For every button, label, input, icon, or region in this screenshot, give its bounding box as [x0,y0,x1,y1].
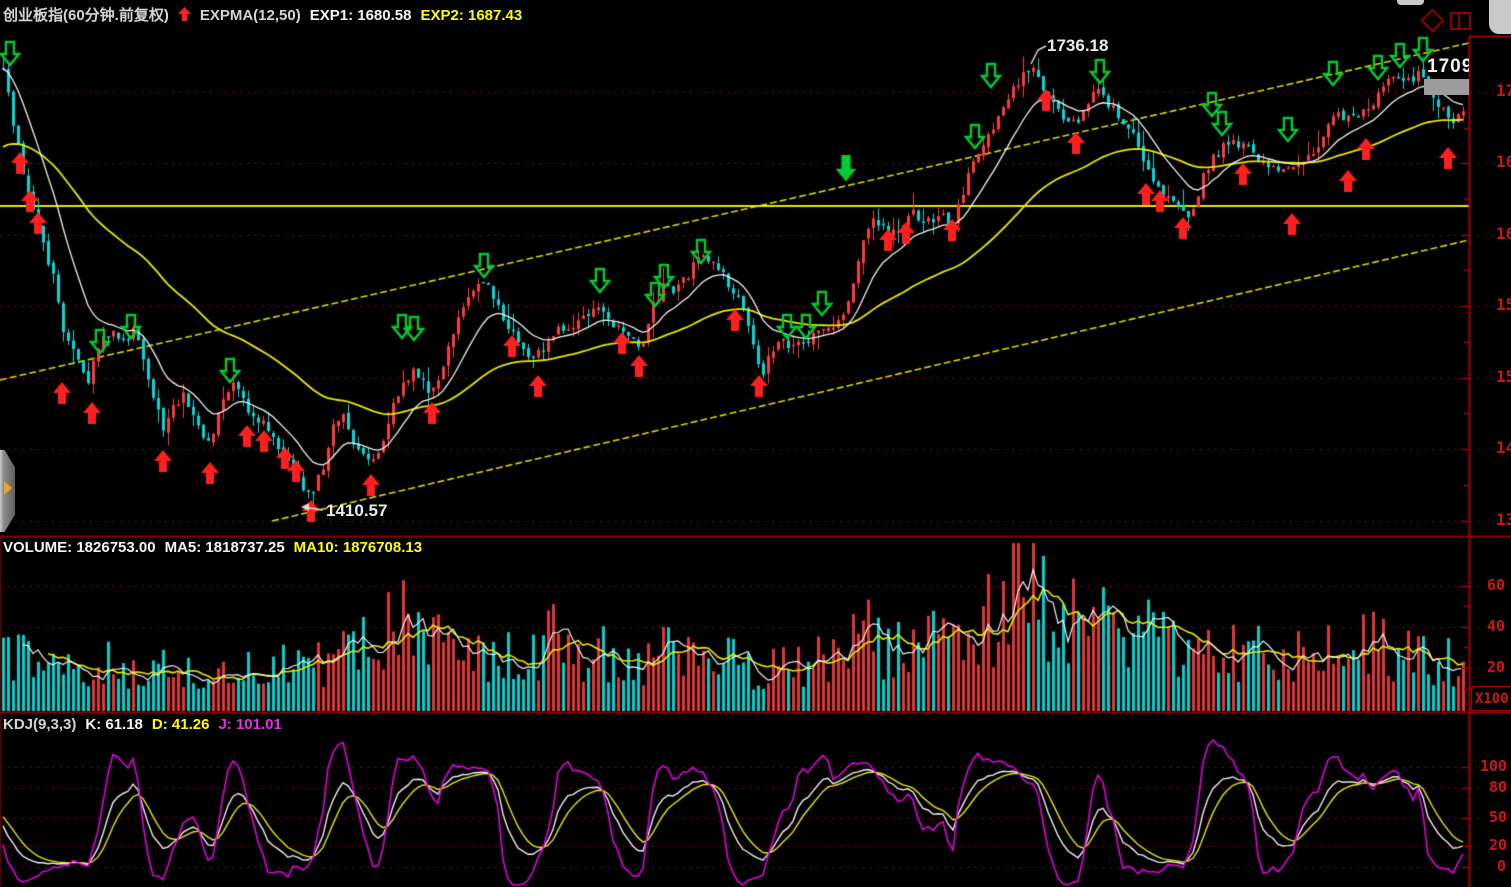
trading-app-window: { "main_chart": { "header": { "title": "… [0,0,1511,887]
kdj-k-value: K: 61.18 [85,717,143,732]
main-axis-label: 1452 [1496,440,1511,456]
last-price-label: 1709 [1427,57,1469,76]
window-fragment-corner [1489,0,1511,34]
volume-axis-label: 40 [1487,619,1505,634]
main-axis-label: 1661 [1496,154,1511,170]
indicator-label: EXPMA(12,50) [200,8,301,23]
kdj-axis-label: 50 [1489,810,1507,825]
main-axis-label: 1504 [1496,369,1511,385]
kdj-indicator-label: KDJ(9,3,3) [3,717,76,732]
low-price-label: 1410.57 [326,502,387,519]
window-fragment-top [1397,0,1424,5]
main-axis-label: 1608 [1496,226,1511,242]
kdj-axis-label: 100 [1480,759,1507,774]
main-axis-label: 1399 [1496,512,1511,528]
split-window-icon[interactable] [1450,12,1471,30]
kdj-axis-label: 80 [1489,780,1507,795]
volume-axis-label: 20 [1487,660,1505,675]
main-axis-label: 1713 [1496,83,1511,99]
axis-price-marker [1424,79,1469,95]
volume-value: VOLUME: 1826753.00 [3,540,156,555]
volume-axis-label: 60 [1487,578,1505,593]
trend-up-icon [178,7,191,24]
kdj-axis-label: 0 [1497,859,1506,874]
kdj-axis-label: 20 [1489,838,1507,853]
volume-ma10-value: MA10: 1876708.13 [294,540,422,555]
exp1-value: EXP1: 1680.58 [310,8,412,23]
peak-price-label: 1736.18 [1047,37,1108,54]
split-line-icon [1458,14,1460,28]
expand-right-arrow-icon [4,481,12,495]
main-chart-header: 创业板指(60分钟.前复权) EXPMA(12,50) EXP1: 1680.5… [3,7,522,24]
volume-unit-box: X100 [1471,686,1511,711]
chart-title: 创业板指(60分钟.前复权) [3,8,169,23]
volume-header: VOLUME: 1826753.00 MA5: 1818737.25 MA10:… [3,540,422,555]
kdj-j-value: J: 101.01 [218,717,281,732]
kdj-d-value: D: 41.26 [152,717,210,732]
chart-canvas[interactable] [0,0,1511,887]
main-axis-label: 1556 [1496,297,1511,313]
volume-ma5-value: MA5: 1818737.25 [165,540,285,555]
kdj-header: KDJ(9,3,3) K: 61.18 D: 41.26 J: 101.01 [3,717,282,732]
exp2-value: EXP2: 1687.43 [420,8,522,23]
